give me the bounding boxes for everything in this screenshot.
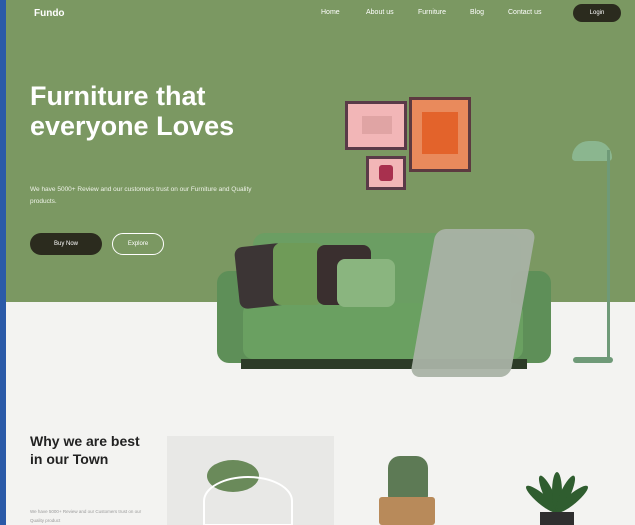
buy-now-button[interactable]: Buy Now: [30, 233, 102, 255]
floor-lamp-pole: [607, 150, 610, 360]
why-section-subtitle: We have 5000+ Review and our Customers t…: [30, 509, 142, 523]
nav-link-contact[interactable]: Contact us: [508, 9, 541, 16]
nav-link-furniture[interactable]: Furniture: [418, 9, 446, 16]
palm-plant-image: [523, 446, 591, 516]
hero-title: Furniture that everyone Loves: [30, 81, 235, 141]
sofa-image: [217, 229, 553, 377]
floor-lamp-shade: [572, 141, 612, 161]
nav-link-blog[interactable]: Blog: [470, 9, 484, 16]
cactus-pot-image: [379, 497, 435, 525]
nav-link-about[interactable]: About us: [366, 9, 394, 16]
top-navigation: Fundo Home About us Furniture Blog Conta…: [6, 0, 635, 28]
brand-logo[interactable]: Fundo: [34, 8, 65, 19]
hero-subtitle: We have 5000+ Review and our customers t…: [30, 186, 252, 205]
floor-lamp-base: [573, 357, 613, 363]
wall-art-frame-right: [409, 97, 471, 172]
why-section-title: Why we are best in our Town: [30, 433, 140, 467]
cactus-plant-image: [388, 456, 428, 500]
wall-art-frame-left: [345, 101, 407, 150]
nav-link-home[interactable]: Home: [321, 9, 340, 16]
product-card-chair[interactable]: [167, 436, 334, 525]
plant-pot-image: [540, 512, 574, 525]
explore-button[interactable]: Explore: [112, 233, 164, 255]
wall-art-frame-small: [366, 156, 406, 190]
left-edge-bar: [0, 0, 6, 525]
login-button[interactable]: Login: [573, 4, 621, 22]
